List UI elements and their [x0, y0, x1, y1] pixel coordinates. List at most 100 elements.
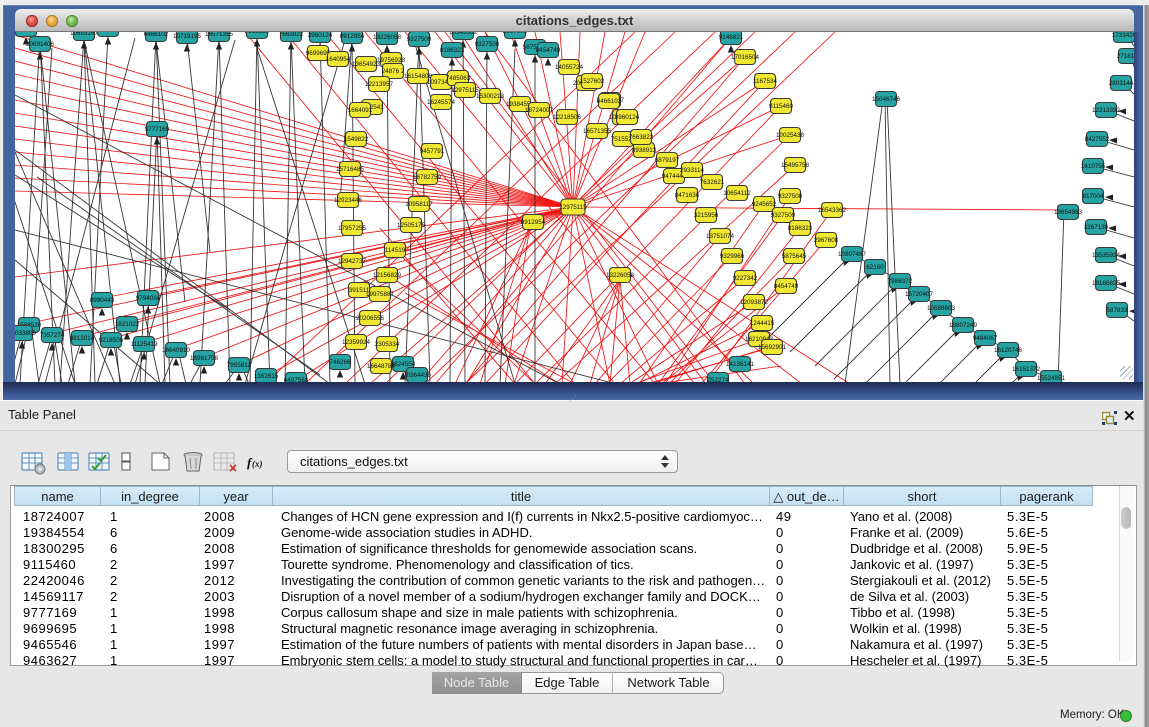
svg-text:16571355: 16571355 — [583, 128, 612, 135]
svg-text:10958117: 10958117 — [405, 201, 433, 208]
svg-text:3960124: 3960124 — [615, 114, 640, 121]
svg-text:14055724: 14055724 — [15, 32, 40, 33]
svg-text:13226058: 13226058 — [373, 34, 402, 41]
svg-text:9484067: 9484067 — [973, 335, 998, 342]
svg-text:1621022: 1621022 — [115, 321, 140, 328]
svg-text:18724007: 18724007 — [525, 107, 554, 114]
svg-text:6466102: 6466102 — [597, 98, 622, 105]
svg-text:9218506: 9218506 — [99, 337, 124, 344]
svg-text:16571355: 16571355 — [205, 32, 234, 38]
svg-text:1362615: 1362615 — [254, 373, 279, 380]
svg-text:11125419: 11125419 — [130, 341, 158, 348]
svg-text:9327508: 9327508 — [475, 41, 500, 48]
svg-text:12505175: 12505175 — [397, 222, 426, 229]
svg-text:8186323: 8186323 — [440, 47, 465, 54]
svg-text:1733426: 1733426 — [1112, 32, 1134, 39]
svg-text:16033809: 16033809 — [15, 330, 36, 337]
svg-text:9457791: 9457791 — [420, 148, 445, 155]
svg-text:8454749: 8454749 — [774, 283, 799, 290]
svg-text:6497568: 6497568 — [284, 377, 309, 382]
svg-text:(x): (x) — [252, 459, 263, 469]
svg-text:8427552: 8427552 — [1085, 136, 1110, 143]
svg-text:16543362: 16543362 — [449, 32, 478, 36]
svg-text:9794034: 9794034 — [136, 295, 161, 302]
svg-text:1549822: 1549822 — [344, 136, 369, 143]
svg-text:20206556: 20206556 — [356, 315, 385, 322]
svg-text:14136141: 14136141 — [726, 361, 755, 368]
svg-text:10653267: 10653267 — [70, 32, 99, 37]
svg-text:24876 2: 24876 2 — [382, 68, 405, 75]
svg-text:12942737: 12942737 — [338, 258, 367, 265]
svg-text:12213957: 12213957 — [365, 81, 394, 88]
svg-text:9327508: 9327508 — [778, 193, 803, 200]
svg-text:7357274: 7357274 — [40, 332, 65, 339]
svg-text:12093872: 12093872 — [740, 299, 769, 306]
svg-text:7663822: 7663822 — [279, 32, 304, 38]
svg-text:14055724: 14055724 — [555, 64, 584, 71]
svg-text:16961758: 16961758 — [190, 355, 219, 362]
svg-text:19654983: 19654983 — [1054, 209, 1083, 216]
svg-text:8912954: 8912954 — [521, 219, 546, 226]
svg-text:10688603: 10688603 — [927, 305, 956, 312]
svg-text:2803144: 2803144 — [1109, 80, 1134, 87]
svg-text:13226058: 13226058 — [606, 272, 635, 279]
svg-text:20364436: 20364436 — [403, 372, 432, 379]
svg-text:10025438: 10025438 — [776, 132, 805, 139]
svg-text:12923446: 12923446 — [334, 197, 363, 204]
svg-text:7663822: 7663822 — [629, 134, 654, 141]
svg-text:7986372: 7986372 — [888, 278, 913, 285]
svg-text:16120746: 16120746 — [994, 347, 1023, 354]
svg-text:252274: 252274 — [707, 377, 729, 382]
svg-text:9327509: 9327509 — [407, 36, 432, 43]
svg-text:15300213: 15300213 — [476, 93, 505, 100]
svg-text:3960124: 3960124 — [308, 32, 333, 39]
svg-text:8938913: 8938913 — [632, 147, 657, 154]
svg-text:12156829: 12156829 — [373, 272, 402, 279]
svg-text:7955812: 7955812 — [227, 362, 252, 369]
svg-text:16245574: 16245574 — [427, 99, 456, 106]
svg-text:3215956: 3215956 — [694, 212, 719, 219]
svg-text:16151372: 16151372 — [1012, 366, 1041, 373]
svg-text:17957255: 17957255 — [338, 225, 367, 232]
svg-text:19975887: 19975887 — [366, 291, 395, 298]
svg-text:9227342: 9227342 — [733, 275, 758, 282]
svg-text:9327509: 9327509 — [771, 212, 796, 219]
svg-text:16648784: 16648784 — [367, 363, 396, 370]
svg-text:1664091: 1664091 — [348, 107, 373, 114]
svg-text:9115460: 9115460 — [769, 103, 794, 110]
svg-text:13751074: 13751074 — [706, 233, 735, 240]
svg-text:7485063: 7485063 — [446, 75, 471, 82]
svg-text:16640910: 16640910 — [162, 347, 191, 354]
svg-text:9146821: 9146821 — [719, 34, 744, 41]
svg-text:19166825: 19166825 — [1092, 280, 1121, 287]
svg-text:3267130: 3267130 — [1084, 224, 1109, 231]
svg-text:5875645: 5875645 — [782, 253, 807, 260]
svg-text:2967608: 2967608 — [503, 32, 528, 35]
svg-text:17016504: 17016504 — [731, 54, 760, 61]
svg-text:114519: 114519 — [385, 247, 406, 254]
svg-text:12975115: 12975115 — [559, 204, 587, 211]
svg-text:2305334: 2305334 — [375, 341, 400, 348]
svg-text:7632621: 7632621 — [700, 179, 725, 186]
svg-text:15692901: 15692901 — [758, 344, 787, 351]
svg-text:15716485: 15716485 — [336, 166, 365, 173]
svg-text:16543362: 16543362 — [818, 207, 847, 214]
svg-text:10807487: 10807487 — [838, 251, 867, 258]
svg-text:10654112: 10654112 — [723, 190, 751, 197]
svg-text:2933114: 2933114 — [680, 167, 705, 174]
svg-text:1527602: 1527602 — [580, 78, 605, 85]
svg-text:1167534: 1167534 — [753, 78, 778, 85]
svg-text:1527602: 1527602 — [96, 32, 121, 33]
svg-text:1610755: 1610755 — [1081, 163, 1106, 170]
svg-text:16782759: 16782759 — [413, 174, 442, 181]
svg-text:2967608: 2967608 — [814, 237, 839, 244]
svg-text:8813014: 8813014 — [70, 335, 95, 342]
svg-text:6466102: 6466102 — [144, 32, 169, 38]
svg-text:12213392: 12213392 — [1092, 107, 1121, 114]
svg-text:587833: 587833 — [1106, 307, 1128, 314]
svg-text:817004: 817004 — [1082, 193, 1104, 200]
svg-text:9329966: 9329966 — [720, 253, 745, 260]
svg-text:20691406: 20691406 — [26, 41, 55, 48]
svg-text:1244415: 1244415 — [750, 320, 775, 327]
svg-text:62160: 62160 — [866, 264, 884, 271]
